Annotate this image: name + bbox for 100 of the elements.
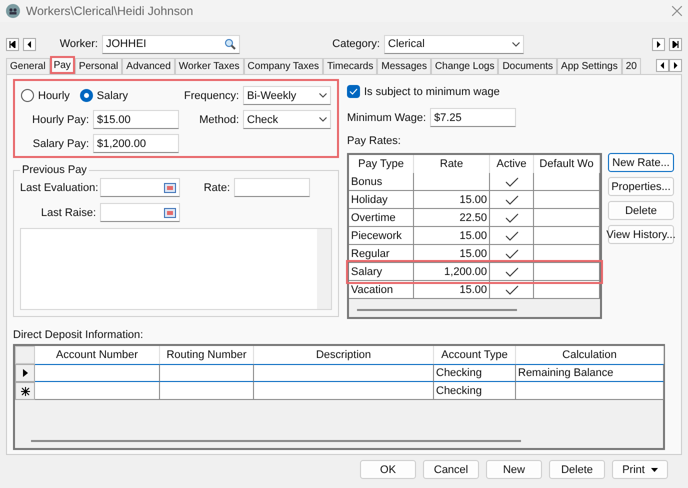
previous-record-button[interactable] <box>23 38 36 50</box>
side-button[interactable]: New Rate... <box>608 153 674 172</box>
triangle-left-icon <box>660 62 665 68</box>
dropdown-caret-icon <box>512 42 520 46</box>
worker-field[interactable]: JOHHEI <box>102 34 240 54</box>
side-button[interactable]: View History... <box>608 225 674 244</box>
footer-button[interactable]: Print <box>612 460 668 479</box>
scrollbar[interactable] <box>31 440 521 442</box>
tab[interactable]: Messages <box>377 58 431 74</box>
category-label: Category: <box>331 38 380 50</box>
scroll-tabs-right-button[interactable] <box>669 58 682 72</box>
rate-field[interactable] <box>234 178 310 197</box>
table-cell: Checking <box>434 382 516 400</box>
table-cell: 15.00 <box>414 191 490 209</box>
last-raise-field[interactable] <box>100 203 180 222</box>
direct-deposit-label: Direct Deposit Information: <box>13 329 144 341</box>
table-cell: Piecework <box>349 227 414 245</box>
tab[interactable]: Worker Taxes <box>174 58 244 74</box>
table-cell: 22.50 <box>414 209 490 227</box>
table-row[interactable]: Holiday 15.00 <box>349 191 600 209</box>
frequency-dropdown[interactable]: Bi-Weekly <box>243 86 331 105</box>
close-icon[interactable] <box>672 6 682 16</box>
table-cell <box>534 191 600 209</box>
checkmark-icon <box>504 176 518 186</box>
tab[interactable]: Pay <box>50 56 75 74</box>
next-record-button[interactable] <box>652 38 665 50</box>
column-header[interactable]: Pay Type <box>349 155 414 173</box>
table-row[interactable]: Overtime 22.50 <box>349 209 600 227</box>
column-header[interactable]: Routing Number <box>160 346 254 364</box>
footer-button[interactable]: New <box>486 460 542 479</box>
column-header[interactable]: Default Wo <box>534 155 600 173</box>
table-row[interactable]: Bonus <box>349 173 600 191</box>
caret-icon <box>319 117 327 122</box>
skip-forward-icon <box>672 40 679 48</box>
column-header[interactable]: Account Type <box>434 346 516 364</box>
table-cell: 1,200.00 <box>414 263 490 281</box>
table-cell <box>534 227 600 245</box>
table-cell <box>534 209 600 227</box>
checkmark-icon <box>504 266 518 276</box>
checkbox[interactable] <box>347 85 360 98</box>
footer-button[interactable]: OK <box>360 460 416 479</box>
table-row[interactable]: Regular 15.00 <box>349 245 600 263</box>
column-header[interactable]: Active <box>490 155 534 173</box>
last-record-button[interactable] <box>669 38 682 50</box>
radio-button[interactable] <box>21 89 34 102</box>
table-cell <box>534 173 600 191</box>
group-title: Previous Pay <box>21 164 88 176</box>
tab[interactable]: Personal <box>74 58 122 74</box>
method-dropdown[interactable]: Check <box>243 110 331 129</box>
pay-rates-label: Pay Rates: <box>347 135 402 147</box>
tab[interactable]: Timecards <box>323 58 378 74</box>
calendar-icon[interactable] <box>164 182 176 192</box>
table-row[interactable]: Vacation 15.00 <box>349 281 600 299</box>
tab[interactable]: Company Taxes <box>244 58 324 74</box>
hourly-pay-field[interactable]: $15.00 <box>93 110 179 129</box>
tab[interactable]: General <box>6 58 50 74</box>
side-button[interactable]: Properties... <box>608 177 674 196</box>
table-cell: Overtime <box>349 209 414 227</box>
category-dropdown[interactable]: Clerical <box>384 34 524 54</box>
checkmark-icon <box>504 212 518 222</box>
checkmark-icon <box>504 248 518 258</box>
first-record-button[interactable] <box>6 38 19 50</box>
last-evaluation-field[interactable] <box>100 178 180 197</box>
table-cell: Checking <box>434 364 516 382</box>
side-button[interactable]: Delete <box>608 201 674 220</box>
minimum-wage-field[interactable]: $7.25 <box>430 108 516 127</box>
minimum-wage-label: Minimum Wage: <box>347 112 426 124</box>
table-row[interactable]: Salary 1,200.00 <box>349 263 600 281</box>
window-title: Workers\Clerical\Heidi Johnson <box>26 4 194 18</box>
checkmark-icon <box>504 284 518 294</box>
app-icon <box>6 4 20 18</box>
radio-button[interactable] <box>80 89 93 102</box>
column-header[interactable]: Account Number <box>35 346 160 364</box>
notes-field[interactable] <box>20 228 332 310</box>
table-row[interactable]: Piecework 15.00 <box>349 227 600 245</box>
last-raise-label: Last Raise: <box>40 206 96 218</box>
column-header[interactable]: Calculation <box>516 346 664 364</box>
worker-label: Worker: <box>58 38 98 50</box>
salary-pay-field[interactable]: $1,200.00 <box>93 134 179 153</box>
radio-label: Hourly <box>38 90 70 102</box>
footer-button[interactable]: Cancel <box>423 460 479 479</box>
footer-button[interactable]: Delete <box>549 460 605 479</box>
tab[interactable]: Documents <box>498 58 558 74</box>
table-cell: Bonus <box>349 173 414 191</box>
column-header[interactable]: Rate <box>414 155 490 173</box>
column-header[interactable]: Description <box>254 346 434 364</box>
skip-back-icon <box>9 40 16 48</box>
search-icon[interactable] <box>224 38 236 50</box>
triangle-right-icon <box>656 40 661 48</box>
scrollbar[interactable] <box>357 309 517 311</box>
calendar-icon[interactable] <box>164 208 176 218</box>
triangle-left-icon <box>27 40 32 48</box>
tab[interactable]: Advanced <box>122 58 175 74</box>
tab[interactable]: 20 <box>622 58 641 74</box>
tab[interactable]: Change Logs <box>430 58 498 74</box>
dropdown-caret-icon <box>650 468 658 472</box>
table-cell: Salary <box>349 263 414 281</box>
scrollbar[interactable] <box>317 229 331 309</box>
tab[interactable]: App Settings <box>557 58 622 74</box>
scroll-tabs-left-button[interactable] <box>656 58 669 72</box>
